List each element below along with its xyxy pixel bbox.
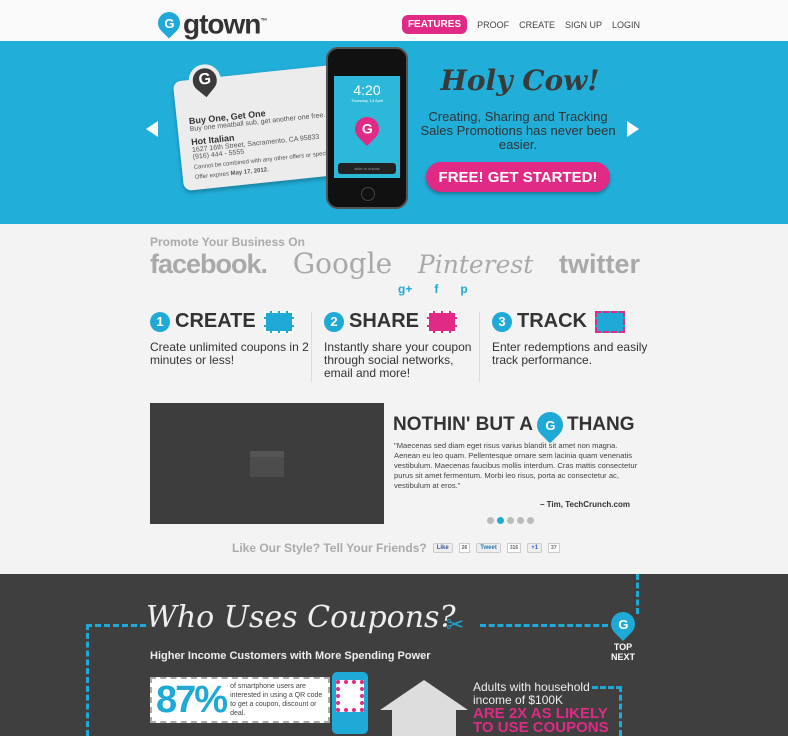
share-network-icons: g+ f p <box>398 282 468 296</box>
infographic-title: Who Uses Coupons? <box>146 600 456 635</box>
facebook-like-button[interactable]: Like <box>432 543 453 553</box>
tweet-count: 316 <box>506 543 522 553</box>
divider <box>479 312 480 382</box>
carousel-dot[interactable] <box>507 517 514 524</box>
dashed-border <box>480 624 608 627</box>
adults-text: Adults with household income of $100K <box>473 680 590 707</box>
coupon-expires-label: Offer expires <box>194 171 230 181</box>
top-next-nav[interactable]: G TOP NEXT <box>606 607 640 662</box>
twitter-logo: twitter <box>558 249 640 279</box>
carousel-dots <box>487 517 534 524</box>
home-button-icon <box>361 187 375 201</box>
step-share: 2 SHARE Instantly share your coupon throu… <box>324 310 484 380</box>
phone-graphic: 4:20 Thursday, 14 April G slide to unloc… <box>326 47 408 209</box>
testimonial-quote: "Maecenas sed diam eget risus varius bla… <box>394 441 638 490</box>
next-link[interactable]: NEXT <box>608 652 638 662</box>
nav-sign-up[interactable]: SIGN UP <box>565 20 602 30</box>
stat-coupon: 87% of smartphone users are interested i… <box>150 677 330 723</box>
coupon-expires: May 17, 2012. <box>230 167 270 178</box>
carousel-prev-arrow-icon[interactable] <box>146 121 158 137</box>
logo-text: gtown™ <box>183 8 267 40</box>
share-bar: Like Our Style? Tell Your Friends? Like 2… <box>232 541 560 555</box>
carousel-dot[interactable] <box>527 517 534 524</box>
nav-create[interactable]: CREATE <box>519 20 555 30</box>
main-nav: FEATURES PROOF CREATE SIGN UP LOGIN <box>401 15 640 56</box>
pinterest-icon: p <box>460 282 468 296</box>
pinterest-logo: Pinterest <box>417 250 534 279</box>
plus-count: 37 <box>548 543 560 553</box>
phone-screen: 4:20 Thursday, 14 April G slide to unloc… <box>334 76 400 178</box>
google-plus-icon: g+ <box>398 282 413 296</box>
phone-time: 4:20 <box>353 82 381 98</box>
hero-subtitle: Creating, Sharing and Tracking Sales Pro… <box>420 109 616 152</box>
google-plus-button[interactable]: +1 <box>527 543 543 553</box>
top-link[interactable]: TOP <box>608 642 638 652</box>
share-label: Like Our Style? Tell Your Friends? <box>232 541 427 555</box>
stat-percent: 87% <box>156 678 228 721</box>
divider <box>311 312 312 382</box>
step-desc: Instantly share your coupon through soci… <box>324 340 472 380</box>
g-pin-icon: G <box>531 406 569 444</box>
chart-phone-icon <box>595 310 625 333</box>
g-pin-icon: G <box>606 607 640 641</box>
carousel-next-arrow-icon[interactable] <box>627 121 639 137</box>
clapperboard-icon <box>250 450 284 477</box>
step-desc: Create unlimited coupons in 2 minutes or… <box>150 340 309 367</box>
facebook-logo: facebook. <box>150 249 268 279</box>
step-track: 3 TRACK Enter redemptions and easily trac… <box>492 310 652 367</box>
step-title: SHARE <box>349 310 420 332</box>
hero-title: Holy Cow! <box>440 64 600 97</box>
carousel-dot[interactable] <box>487 517 494 524</box>
video-player[interactable] <box>150 403 384 524</box>
logo[interactable]: G gtown™ <box>153 7 267 40</box>
stat-text: of smartphone users are interested in us… <box>230 683 323 717</box>
house-icon <box>380 680 468 710</box>
logo-pin-icon: G <box>153 7 185 39</box>
tweet-button[interactable]: Tweet <box>476 543 501 553</box>
house-body <box>392 710 456 736</box>
step-create: 1 CREATE Create unlimited coupons in 2 mi… <box>150 310 310 367</box>
qr-phone-icon <box>332 672 368 734</box>
scissors-icon: ✂ <box>446 612 465 637</box>
nav-features[interactable]: FEATURES <box>401 15 468 56</box>
testimonial-title: NOTHIN' BUT A G THANG <box>393 406 635 444</box>
header: G gtown™ FEATURES PROOF CREATE SIGN UP L… <box>0 0 788 56</box>
nav-login[interactable]: LOGIN <box>612 20 640 30</box>
dashed-border <box>86 624 146 736</box>
carousel-dot-active[interactable] <box>497 517 504 524</box>
step-number: 1 <box>150 311 170 332</box>
infographic-subtitle: Higher Income Customers with More Spendi… <box>150 650 431 662</box>
step-title: TRACK <box>517 310 587 332</box>
nav-proof[interactable]: PROOF <box>477 20 509 30</box>
g-pin-icon: G <box>350 112 384 146</box>
like-count: 26 <box>458 543 471 553</box>
phone-date: Thursday, 14 April <box>351 98 383 103</box>
title-part: THANG <box>566 414 635 435</box>
get-started-button[interactable]: FREE! GET STARTED! <box>426 162 610 192</box>
title-part: NOTHIN' BUT A <box>393 414 533 435</box>
dashed-border <box>636 574 639 614</box>
phone-unlock: slide to unlock <box>338 163 396 174</box>
social-logos: facebook. Google Pinterest twitter <box>150 247 640 280</box>
facebook-icon: f <box>434 282 439 296</box>
step-title: CREATE <box>175 310 256 332</box>
step-desc: Enter redemptions and easily track perfo… <box>492 340 648 367</box>
envelope-icon <box>427 310 458 333</box>
carousel-dot[interactable] <box>517 517 524 524</box>
step-number: 2 <box>324 311 344 332</box>
coupon-cursor-icon <box>263 310 294 333</box>
step-number: 3 <box>492 311 512 332</box>
likely-text: ARE 2X AS LIKELY TO USE COUPONS <box>473 705 609 736</box>
google-logo: Google <box>292 247 393 280</box>
testimonial-author: – Tim, TechCrunch.com <box>540 500 630 509</box>
